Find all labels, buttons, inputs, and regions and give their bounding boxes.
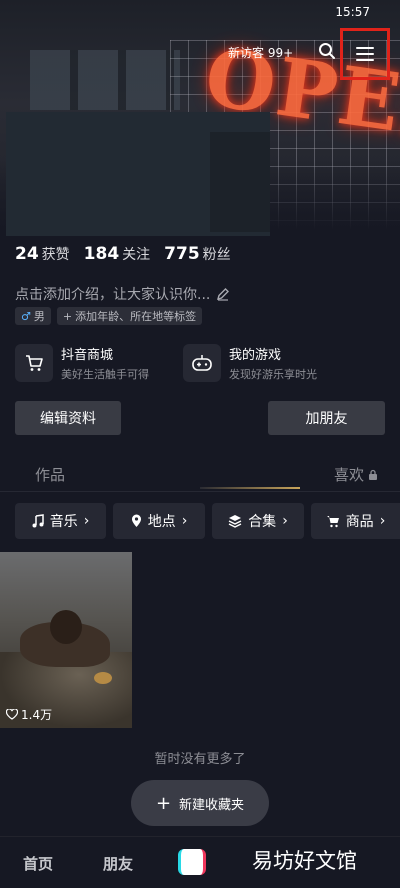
hamburger-icon (356, 47, 374, 61)
service-title: 我的游戏 (229, 348, 282, 363)
cart-icon (15, 344, 53, 382)
pencil-icon (217, 288, 230, 301)
stat-value: 24 (15, 244, 39, 264)
status-time: 15:57 (335, 6, 370, 18)
filter-location[interactable]: 地点 › (113, 503, 205, 539)
scene-head (50, 610, 82, 644)
new-folder-label: 新建收藏夹 (179, 797, 245, 813)
bio-text: 点击添加介绍，让大家认识你... (15, 287, 211, 303)
chevron-right-icon: › (379, 513, 386, 529)
gamepad-icon (183, 344, 221, 382)
service-my-games[interactable]: 我的游戏 发现好游乐享时光 (183, 344, 317, 382)
add-friend-button[interactable]: 加朋友 (268, 401, 385, 435)
stat-value: 775 (164, 244, 200, 264)
profile-tags: ♂ 男 + 添加年龄、所在地等标签 (15, 307, 203, 325)
no-more-text: 暂时没有更多了 (154, 752, 246, 767)
stat-label: 获赞 (41, 247, 70, 263)
content-tabs: 作品 喜欢 (0, 456, 400, 492)
plus-icon: + (62, 309, 73, 323)
add-tags-label: 添加年龄、所在地等标签 (75, 310, 197, 323)
create-button[interactable] (178, 849, 206, 875)
heart-icon (6, 709, 18, 720)
bio-prompt[interactable]: 点击添加介绍，让大家认识你... (15, 284, 230, 304)
video-thumbnail[interactable]: 1.4万 (0, 552, 132, 728)
watermark: 易坊好文馆 (238, 840, 400, 880)
video-likes: 1.4万 (6, 706, 52, 723)
new-folder-button[interactable]: + 新建收藏夹 (131, 780, 269, 826)
filter-music[interactable]: 音乐 › (15, 503, 106, 539)
cover-windows (30, 50, 180, 110)
scene-stone (94, 672, 112, 684)
filter-label: 音乐 (49, 514, 78, 530)
new-visitors-label[interactable]: 新访客 99+ (228, 44, 293, 61)
gender-label: 男 (33, 310, 45, 323)
layers-icon (228, 515, 242, 528)
cart-icon (326, 516, 339, 528)
male-icon: ♂ (21, 309, 31, 323)
chevron-right-icon: › (181, 513, 188, 529)
filter-products[interactable]: 商品 › (311, 503, 400, 539)
tabs-divider (0, 491, 400, 492)
nav-home[interactable]: 首页 (23, 853, 53, 874)
service-subtitle: 发现好游乐享时光 (229, 368, 317, 381)
service-subtitle: 美好生活触手可得 (61, 368, 149, 381)
tab-indicator (200, 487, 300, 489)
filter-label: 合集 (248, 514, 277, 530)
tab-works[interactable]: 作品 (35, 464, 65, 485)
avatar-placeholder[interactable] (6, 112, 270, 236)
stat-label: 关注 (122, 247, 151, 263)
edit-profile-button[interactable]: 编辑资料 (15, 401, 121, 435)
gender-tag[interactable]: ♂ 男 (15, 307, 51, 325)
chevron-right-icon: › (83, 513, 90, 529)
chevron-right-icon: › (282, 513, 288, 529)
stat-followers[interactable]: 775 粉丝 (164, 244, 231, 264)
location-icon (131, 514, 141, 527)
tab-likes[interactable]: 喜欢 (334, 464, 378, 485)
add-tags-button[interactable]: + 添加年龄、所在地等标签 (56, 307, 203, 325)
service-douyin-mall[interactable]: 抖音商城 美好生活触手可得 (15, 344, 149, 382)
filter-collection[interactable]: 合集 › (212, 503, 304, 539)
filter-label: 地点 (147, 514, 176, 530)
stat-value: 184 (83, 244, 120, 264)
tab-likes-label: 喜欢 (334, 466, 365, 484)
search-icon[interactable] (318, 42, 336, 60)
stat-following[interactable]: 184 关注 (84, 244, 151, 264)
lock-icon (369, 469, 378, 480)
profile-stats: 24 获赞 184 关注 775 粉丝 (15, 244, 231, 264)
video-likes-count: 1.4万 (21, 708, 53, 722)
stat-likes[interactable]: 24 获赞 (15, 244, 70, 264)
plus-icon: + (155, 792, 172, 814)
stat-label: 粉丝 (202, 247, 231, 263)
menu-button[interactable] (340, 28, 390, 80)
nav-friends[interactable]: 朋友 (103, 853, 133, 874)
service-title: 抖音商城 (61, 348, 114, 363)
music-icon (32, 514, 44, 528)
filter-label: 商品 (345, 514, 374, 530)
